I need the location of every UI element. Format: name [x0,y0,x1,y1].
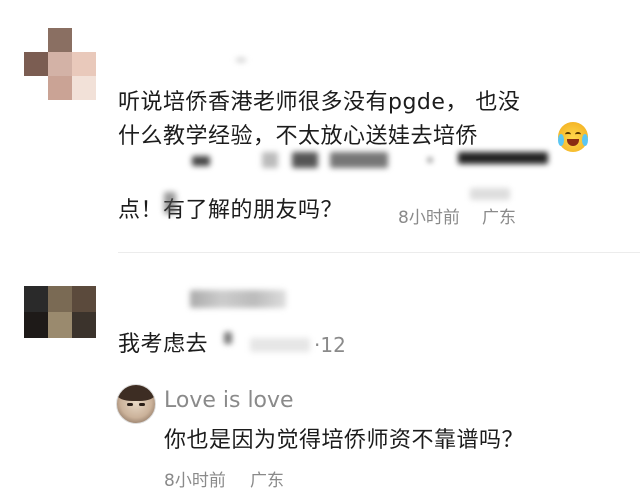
comment-1-time: 8小时前 [398,208,460,228]
commenter-1-avatar[interactable] [24,28,96,100]
comment-1-location: 广东 [482,208,516,228]
crying-laughing-emoji-icon [558,122,588,156]
reply-user-avatar[interactable] [116,384,156,424]
comment-1-line-2: 什么教学经验，不太放心送娃去培侨 [118,124,479,149]
redacted-text [262,152,278,168]
comment-divider [118,252,640,253]
comment-2-text: 我考虑去 [118,332,209,357]
comment-1-line-4: 点！有了解的朋友吗？ [118,198,344,223]
redacted-text [250,338,310,352]
redacted-text [292,152,318,168]
reply-time: 8小时前 [164,471,226,491]
reply-username[interactable]: Love is love [164,388,294,413]
redacted-text [458,152,548,164]
blurred-name-1 [236,58,246,62]
commenter-2-avatar[interactable] [24,286,96,338]
redacted-text [224,332,232,344]
redacted-text [428,158,432,162]
comment-2-suffix: ·12 [314,333,346,357]
comment-1-line-1: 听说培侨香港老师很多没有pgde， 也没 [118,90,521,115]
redacted-text [164,192,176,214]
redacted-text [470,188,510,200]
reply-location: 广东 [250,471,284,491]
redacted-text [192,156,210,166]
redacted-text [330,152,388,168]
commenter-2-name[interactable] [190,290,286,308]
reply-text: 你也是因为觉得培侨师资不靠谱吗？ [164,428,525,453]
